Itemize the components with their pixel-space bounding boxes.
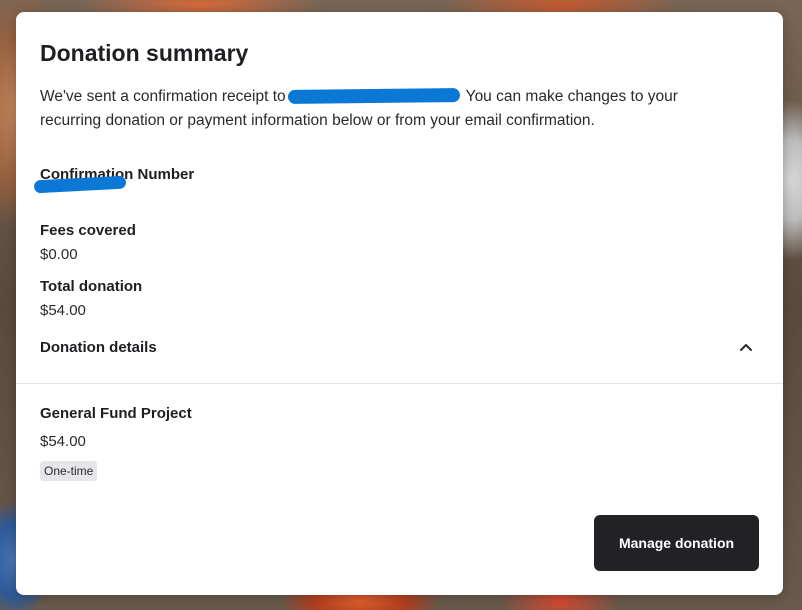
fund-amount: $54.00: [40, 433, 86, 450]
manage-donation-button[interactable]: Manage donation: [594, 515, 759, 571]
section-divider: [16, 383, 783, 384]
redacted-email: [287, 88, 460, 104]
page-title: Donation summary: [40, 40, 249, 66]
donation-details-toggle[interactable]: Donation details: [16, 327, 783, 383]
chevron-up-icon[interactable]: [738, 339, 754, 355]
total-donation-label: Total donation: [40, 278, 143, 295]
fees-covered-label: Fees covered: [40, 222, 136, 239]
frequency-badge: One-time: [40, 461, 98, 481]
fund-name: General Fund Project: [40, 405, 192, 422]
total-donation-value: $54.00: [40, 302, 86, 319]
confirmation-message: We've sent a confirmation receipt to You…: [40, 85, 720, 133]
donation-details-label: Donation details: [40, 339, 157, 356]
donation-summary-card: Donation summary We've sent a confirmati…: [16, 12, 783, 595]
fees-covered-value: $0.00: [40, 246, 78, 263]
intro-text-start: We've sent a confirmation receipt to: [40, 88, 286, 105]
